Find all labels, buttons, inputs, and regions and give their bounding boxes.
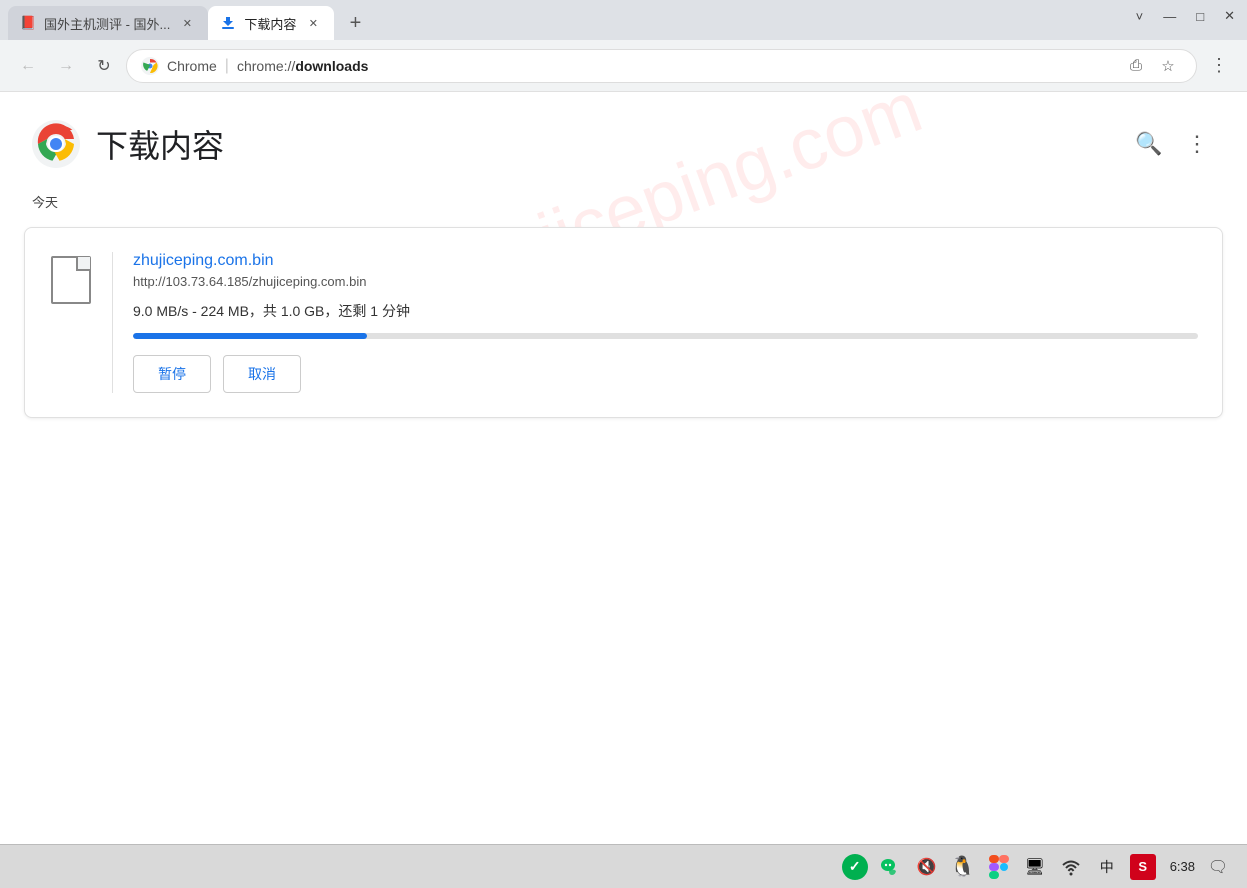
maximize-button[interactable]: □ [1196, 9, 1204, 24]
download-card: zhujiceping.com.bin http://103.73.64.185… [24, 227, 1223, 418]
download-actions: 暂停 取消 [133, 355, 1198, 393]
tab-bar: 📕 国外主机测评 - 国外... ✕ 下载内容 ✕ + [8, 6, 372, 40]
titlebar: ˅ — □ ✕ 📕 国外主机测评 - 国外... ✕ 下载内容 ✕ + [0, 0, 1247, 40]
main-content: zhujiceping.com 下载内容 🔍 ⋮ 今天 [0, 92, 1247, 844]
address-bar[interactable]: Chrome | chrome://downloads ⎙ ☆ [126, 49, 1197, 83]
page-title-area: 下载内容 [32, 120, 224, 168]
sougou-icon[interactable]: S [1130, 854, 1156, 880]
file-icon [51, 256, 91, 304]
address-actions: ⎙ ☆ [1122, 52, 1182, 80]
figma-icon[interactable] [986, 854, 1012, 880]
tab-2-close-button[interactable]: ✕ [304, 14, 322, 32]
wechat-icon[interactable] [878, 854, 904, 880]
url-prefix: chrome:// [237, 58, 295, 74]
notification-icon[interactable]: 🗨 [1205, 854, 1231, 880]
page-header-actions: 🔍 ⋮ [1131, 126, 1215, 162]
share-button[interactable]: ⎙ [1122, 52, 1150, 80]
forward-button: → [50, 50, 82, 82]
download-details: zhujiceping.com.bin http://103.73.64.185… [133, 252, 1198, 393]
pause-button[interactable]: 暂停 [133, 355, 211, 393]
close-button[interactable]: ✕ [1224, 8, 1235, 24]
download-filename-link[interactable]: zhujiceping.com.bin [133, 252, 1198, 270]
address-separator: | [225, 57, 229, 75]
page-menu-button[interactable]: ⋮ [1179, 126, 1215, 162]
download-url: http://103.73.64.185/zhujiceping.com.bin [133, 274, 1198, 289]
download-icon-area [49, 252, 113, 393]
ime-icon[interactable]: 中 [1094, 854, 1120, 880]
tab-1-label: 国外主机测评 - 国外... [44, 14, 170, 33]
section-today-label: 今天 [0, 184, 1247, 227]
address-bar-chrome-label: Chrome [167, 58, 217, 74]
taskbar-time: 6:38 [1170, 859, 1195, 874]
tab-2-label: 下载内容 [244, 14, 296, 33]
tab-1[interactable]: 📕 国外主机测评 - 国外... ✕ [8, 6, 208, 40]
window-controls: ˅ — □ ✕ [1136, 8, 1235, 24]
url-domain: downloads [295, 58, 368, 74]
address-url: chrome://downloads [237, 58, 1114, 74]
tab-2-favicon [220, 15, 236, 31]
tab-1-close-button[interactable]: ✕ [178, 14, 196, 32]
chrome-logo-icon [32, 120, 80, 168]
tab-1-favicon: 📕 [20, 15, 36, 31]
new-tab-button[interactable]: + [338, 6, 372, 40]
taskbar: ✓ 🔇 🐧 🖥 中 S 6:38 🗨 [0, 844, 1247, 888]
reload-button[interactable]: ↻ [88, 50, 120, 82]
screen-icon[interactable]: 🖥 [1022, 854, 1048, 880]
page-header: 下载内容 🔍 ⋮ [0, 92, 1247, 184]
download-status: 9.0 MB/s - 224 MB，共 1.0 GB，还剩 1 分钟 [133, 301, 1198, 321]
back-button: ← [12, 50, 44, 82]
chrome-menu-button[interactable]: ⋮ [1203, 50, 1235, 82]
tab-2[interactable]: 下载内容 ✕ [208, 6, 334, 40]
progress-bar-container [133, 333, 1198, 339]
wifi-icon[interactable] [1058, 854, 1084, 880]
page-title: 下载内容 [96, 121, 224, 167]
qq-icon[interactable]: 🐧 [950, 854, 976, 880]
chevron-icon[interactable]: ˅ [1136, 9, 1144, 24]
minimize-button[interactable]: — [1163, 9, 1176, 24]
volume-mute-icon[interactable]: 🔇 [914, 854, 940, 880]
toolbar: ← → ↻ Chrome | chrome://downloads ⎙ ☆ ⋮ [0, 40, 1247, 92]
progress-bar-fill [133, 333, 367, 339]
cancel-button[interactable]: 取消 [223, 355, 301, 393]
search-icon[interactable]: 🔍 [1131, 126, 1167, 162]
check-icon[interactable]: ✓ [842, 854, 868, 880]
bookmark-button[interactable]: ☆ [1154, 52, 1182, 80]
chrome-icon [141, 57, 159, 75]
